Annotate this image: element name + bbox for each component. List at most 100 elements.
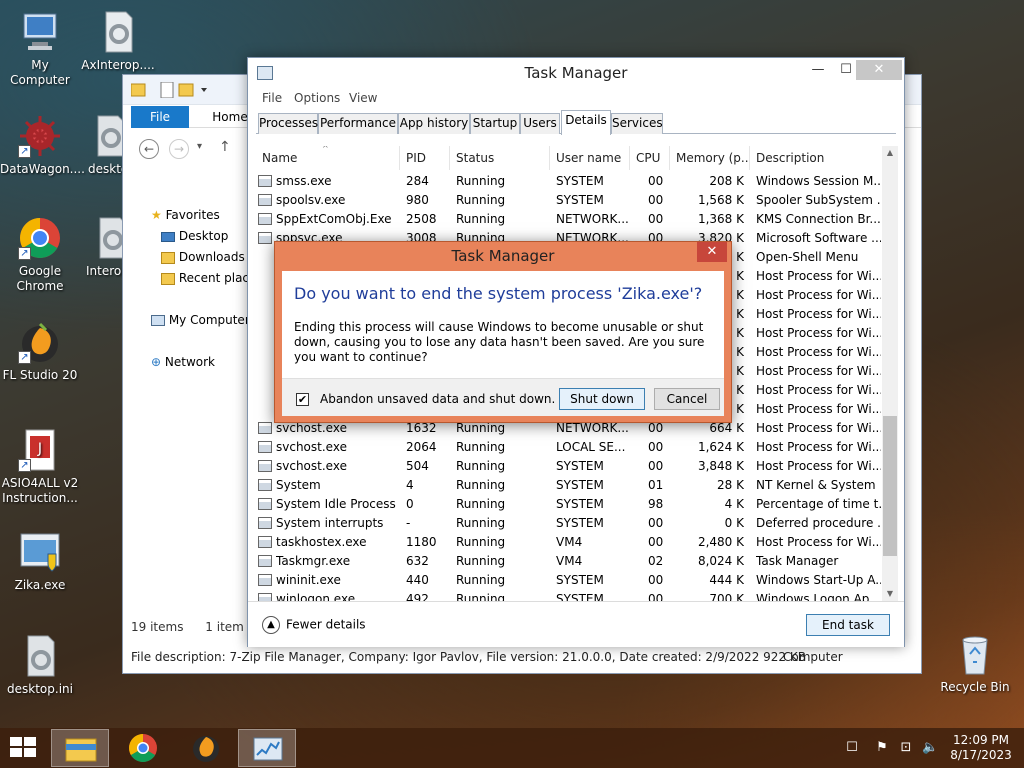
- vertical-scrollbar[interactable]: ▲ ▼: [882, 146, 898, 601]
- nav-recent[interactable]: Recent place: [161, 271, 256, 289]
- desktop-icon-fl-studio[interactable]: ↗ FL Studio 20: [0, 320, 80, 383]
- table-row[interactable]: System interrupts - Running SYSTEM 00 0 K Defe…: [256, 514, 881, 533]
- table-row[interactable]: SppExtComObj.Exe 2508 Running NETWORK... 00 1…: [256, 210, 881, 229]
- desktop-icon-desktop-partial[interactable]: deskto: [78, 114, 126, 177]
- end-process-dialog[interactable]: Task Manager ✕ Do you want to end the sy…: [274, 241, 732, 423]
- recent-folder-icon: [161, 272, 175, 285]
- cell-mem: 0 K: [724, 516, 744, 530]
- menu-file[interactable]: File: [262, 91, 282, 105]
- task-manager-titlebar[interactable]: Task Manager — ☐ ✕: [248, 58, 904, 88]
- menu-view[interactable]: View: [349, 91, 377, 105]
- cell-mem: 444 K: [709, 573, 744, 587]
- table-row[interactable]: System 4 Running SYSTEM 01 28 K NT Kernel & Sy…: [256, 476, 881, 495]
- column-header-description[interactable]: Description: [750, 146, 881, 170]
- cell-pid: 4: [406, 478, 414, 492]
- cell-cpu: 00: [648, 440, 664, 454]
- table-row[interactable]: spoolsv.exe 980 Running SYSTEM 00 1,568 K Spoo…: [256, 191, 881, 210]
- close-button[interactable]: ✕: [856, 60, 902, 80]
- tab-app-history[interactable]: App history: [398, 113, 470, 134]
- scrollbar-thumb[interactable]: [883, 416, 897, 556]
- forward-arrow-icon[interactable]: →: [169, 139, 189, 159]
- fewer-details-button[interactable]: ▲ Fewer details: [262, 616, 366, 634]
- fl-studio-icon: ↗: [18, 320, 62, 364]
- cell-cpu: 00: [648, 212, 664, 226]
- tab-users[interactable]: Users: [520, 113, 560, 134]
- menu-options[interactable]: Options: [294, 91, 340, 105]
- abandon-data-checkbox[interactable]: ✔: [296, 393, 309, 406]
- dialog-close-button[interactable]: ✕: [697, 242, 727, 262]
- cell-user: SYSTEM: [556, 174, 604, 188]
- column-header-cpu[interactable]: CPU: [630, 146, 670, 170]
- taskbar-fl-studio[interactable]: [177, 729, 235, 767]
- table-row[interactable]: svchost.exe 2064 Running LOCAL SE... 00 1,624…: [256, 438, 881, 457]
- windows-start-button[interactable]: [10, 737, 38, 759]
- nav-favorites[interactable]: ★ Favorites: [151, 208, 220, 226]
- desktop-icon-desktop-ini[interactable]: desktop.ini: [0, 634, 80, 697]
- cell-user: SYSTEM: [556, 573, 604, 587]
- shut-down-button[interactable]: Shut down: [559, 388, 645, 410]
- cell-desc: Deferred procedure ...: [756, 516, 881, 530]
- column-header-user[interactable]: User name: [550, 146, 630, 170]
- table-row[interactable]: Taskmgr.exe 632 Running VM4 02 8,024 K Task Ma…: [256, 552, 881, 571]
- up-arrow-icon[interactable]: ↑: [219, 139, 231, 155]
- nav-downloads[interactable]: Downloads: [161, 250, 245, 268]
- cancel-button[interactable]: Cancel: [654, 388, 720, 410]
- desktop-icon-datawagon[interactable]: ↗ DataWagon....: [0, 114, 85, 177]
- volume-muted-icon[interactable]: 🔈: [922, 740, 938, 756]
- column-header-name[interactable]: Name ^: [256, 146, 400, 170]
- cell-desc: Host Process for Wi...: [756, 459, 881, 473]
- scroll-up-icon[interactable]: ▲: [882, 146, 898, 160]
- desktop-icon-axinterop[interactable]: AxInterop....: [78, 10, 158, 73]
- task-manager-icon: [253, 737, 283, 761]
- tab-processes[interactable]: Processes: [258, 113, 318, 134]
- action-center-flag-icon[interactable]: ⚑: [874, 740, 890, 756]
- cell-status: Running: [456, 174, 506, 188]
- desktop-icon-zika[interactable]: Zika.exe: [0, 530, 80, 593]
- nav-my-computer[interactable]: My Computer: [151, 313, 250, 331]
- scroll-down-icon[interactable]: ▼: [882, 587, 898, 601]
- taskbar-task-manager[interactable]: [238, 729, 296, 767]
- cell-cpu: 00: [648, 535, 664, 549]
- column-header-memory[interactable]: Memory (p...: [670, 146, 750, 170]
- desktop-icon-my-computer[interactable]: My Computer: [0, 10, 80, 88]
- cell-desc: Host Process for Wi...: [756, 535, 881, 549]
- desktop-icon-chrome[interactable]: ↗ Google Chrome: [0, 216, 80, 294]
- quick-access-toolbar-icon[interactable]: [131, 82, 221, 98]
- minimize-button[interactable]: —: [804, 60, 832, 80]
- table-row[interactable]: wininit.exe 440 Running SYSTEM 00 444 K Window…: [256, 571, 881, 590]
- table-row[interactable]: smss.exe 284 Running SYSTEM 00 208 K Windows S…: [256, 172, 881, 191]
- tab-startup[interactable]: Startup: [470, 113, 520, 134]
- taskbar-chrome[interactable]: [114, 729, 172, 767]
- table-row[interactable]: svchost.exe 504 Running SYSTEM 00 3,848 K Host…: [256, 457, 881, 476]
- table-row[interactable]: taskhostex.exe 1180 Running VM4 00 2,480 K Hos…: [256, 533, 881, 552]
- table-row[interactable]: System Idle Process 0 Running SYSTEM 98 4 K Pe…: [256, 495, 881, 514]
- nav-desktop[interactable]: Desktop: [161, 229, 228, 247]
- tab-details[interactable]: Details: [561, 110, 611, 135]
- desktop-icon-recycle-bin[interactable]: Recycle Bin: [935, 632, 1015, 695]
- desktop-icon-interop-partial[interactable]: Interop: [78, 216, 126, 279]
- desktop-icon-asio4all[interactable]: J ↗ ASIO4ALL v2 Instruction...: [0, 428, 80, 506]
- tab-performance[interactable]: Performance: [318, 113, 398, 134]
- taskbar-file-explorer[interactable]: [51, 729, 109, 767]
- menu-bar: File Options View: [248, 88, 904, 108]
- show-hidden-icons-icon[interactable]: ☐: [844, 740, 860, 756]
- taskbar-clock[interactable]: 12:09 PM 8/17/2023: [946, 733, 1016, 763]
- nav-recent-label: Recent place: [178, 271, 257, 285]
- abandon-data-label[interactable]: Abandon unsaved data and shut down.: [320, 392, 555, 406]
- recent-locations-chevron-icon[interactable]: ▾: [197, 141, 202, 152]
- downloads-folder-icon: [161, 251, 175, 264]
- column-header-name-label: Name: [262, 151, 298, 165]
- ribbon-file-tab[interactable]: File: [131, 106, 189, 128]
- column-header-pid[interactable]: PID: [400, 146, 450, 170]
- table-row[interactable]: winlogon.exe 492 Running SYSTEM 00 700 K Windo…: [256, 590, 881, 601]
- cell-mem: 208 K: [709, 174, 744, 188]
- end-task-button[interactable]: End task: [806, 614, 890, 636]
- cell-cpu: 01: [648, 478, 664, 492]
- cell-mem: 1,568 K: [697, 193, 744, 207]
- nav-network[interactable]: ⊕ Network: [151, 355, 215, 373]
- tab-services[interactable]: Services: [611, 113, 663, 134]
- network-tray-icon[interactable]: ⊡: [898, 740, 914, 756]
- cell-desc: Host Process for Wi...: [756, 383, 881, 397]
- column-header-status[interactable]: Status: [450, 146, 550, 170]
- back-arrow-icon[interactable]: ←: [139, 139, 159, 159]
